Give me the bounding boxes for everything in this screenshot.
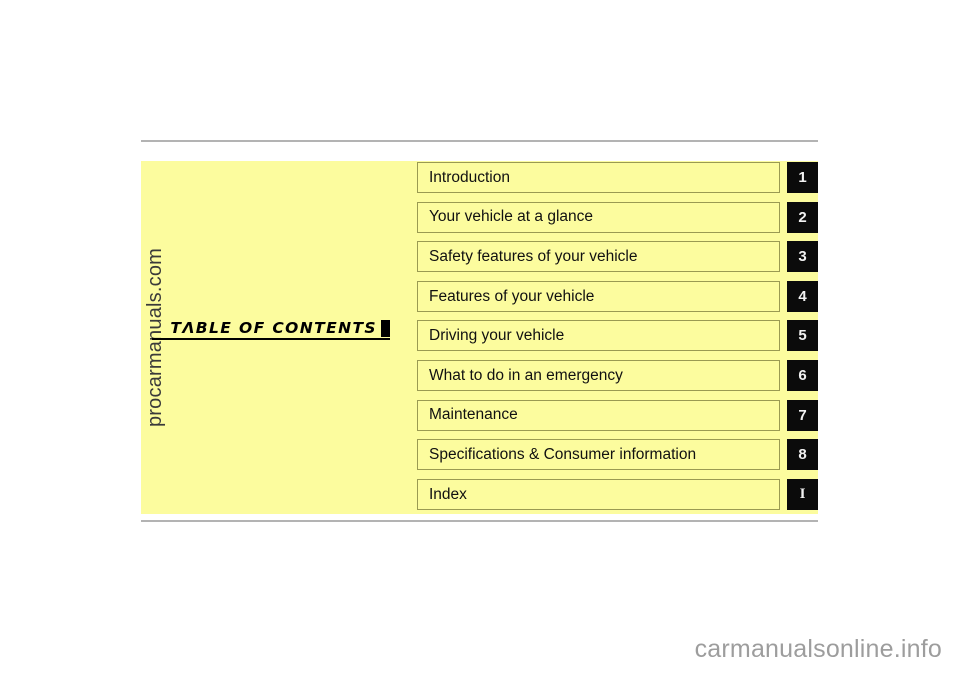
chapter-tab[interactable]: 7: [787, 399, 818, 431]
chapter-label: Maintenance: [429, 406, 518, 424]
chapter-tab-label: 4: [798, 287, 807, 305]
chapter-tab[interactable]: 1: [787, 162, 818, 193]
table-of-contents-row[interactable]: What to do in an emergency 6: [417, 359, 818, 391]
chapter-link[interactable]: Your vehicle at a glance: [417, 201, 780, 233]
page-title: TΛBLE OF CONTENTS: [152, 316, 390, 340]
chapter-tab-label: 2: [798, 208, 807, 226]
chapter-tab-label: I: [799, 485, 806, 502]
chapter-link[interactable]: Maintenance: [417, 399, 780, 431]
chapter-label: Safety features of your vehicle: [429, 247, 638, 265]
chapter-tab-label: 6: [798, 366, 807, 384]
chapter-tab-label: 3: [798, 248, 807, 266]
chapter-tab[interactable]: I: [787, 478, 818, 510]
top-divider-rule: [141, 140, 818, 142]
chapter-tab-label: 5: [798, 327, 807, 345]
chapter-link[interactable]: Features of your vehicle: [417, 280, 780, 312]
chapter-tab[interactable]: 6: [787, 359, 818, 391]
table-of-contents-list: Introduction 1 Your vehicle at a glance 2 Sa…: [417, 162, 818, 510]
table-of-contents-row[interactable]: Introduction 1: [417, 162, 818, 193]
table-of-contents-row[interactable]: Features of your vehicle 4: [417, 280, 818, 312]
chapter-tab[interactable]: 8: [787, 439, 818, 471]
chapter-label: Driving your vehicle: [429, 327, 565, 345]
chapter-tab[interactable]: 4: [787, 280, 818, 312]
table-of-contents-row[interactable]: Maintenance 7: [417, 399, 818, 431]
table-of-contents-row[interactable]: Your vehicle at a glance 2: [417, 201, 818, 233]
chapter-tab[interactable]: 2: [787, 201, 818, 233]
chapter-label: Specifications & Consumer information: [429, 445, 697, 463]
chapter-tab-label: 8: [798, 446, 807, 464]
table-of-contents-row[interactable]: Index I: [417, 478, 818, 510]
chapter-link[interactable]: Driving your vehicle: [417, 320, 780, 352]
chapter-tab-label: 7: [798, 406, 807, 424]
title-marker-square: [381, 320, 390, 337]
chapter-link[interactable]: Introduction: [417, 162, 780, 193]
chapter-link[interactable]: What to do in an emergency: [417, 359, 780, 391]
chapter-label: Features of your vehicle: [429, 287, 595, 305]
chapter-label: Your vehicle at a glance: [429, 208, 594, 226]
table-of-contents-row[interactable]: Driving your vehicle 5: [417, 320, 818, 352]
chapter-tab[interactable]: 3: [787, 241, 818, 273]
table-of-contents-row[interactable]: Specifications & Consumer information 8: [417, 439, 818, 471]
chapter-label: Index: [429, 485, 467, 503]
chapter-tab[interactable]: 5: [787, 320, 818, 352]
table-of-contents-row[interactable]: Safety features of your vehicle 3: [417, 241, 818, 273]
page-title-text: TΛBLE OF CONTENTS: [170, 318, 377, 337]
chapter-label: Introduction: [429, 168, 510, 186]
chapter-link[interactable]: Index: [417, 478, 780, 510]
bottom-divider-rule: [141, 520, 818, 522]
chapter-label: What to do in an emergency: [429, 366, 623, 384]
chapter-tab-label: 1: [798, 169, 807, 186]
bottom-watermark: carmanualsonline.info: [694, 635, 942, 663]
chapter-link[interactable]: Specifications & Consumer information: [417, 439, 780, 471]
chapter-link[interactable]: Safety features of your vehicle: [417, 241, 780, 273]
